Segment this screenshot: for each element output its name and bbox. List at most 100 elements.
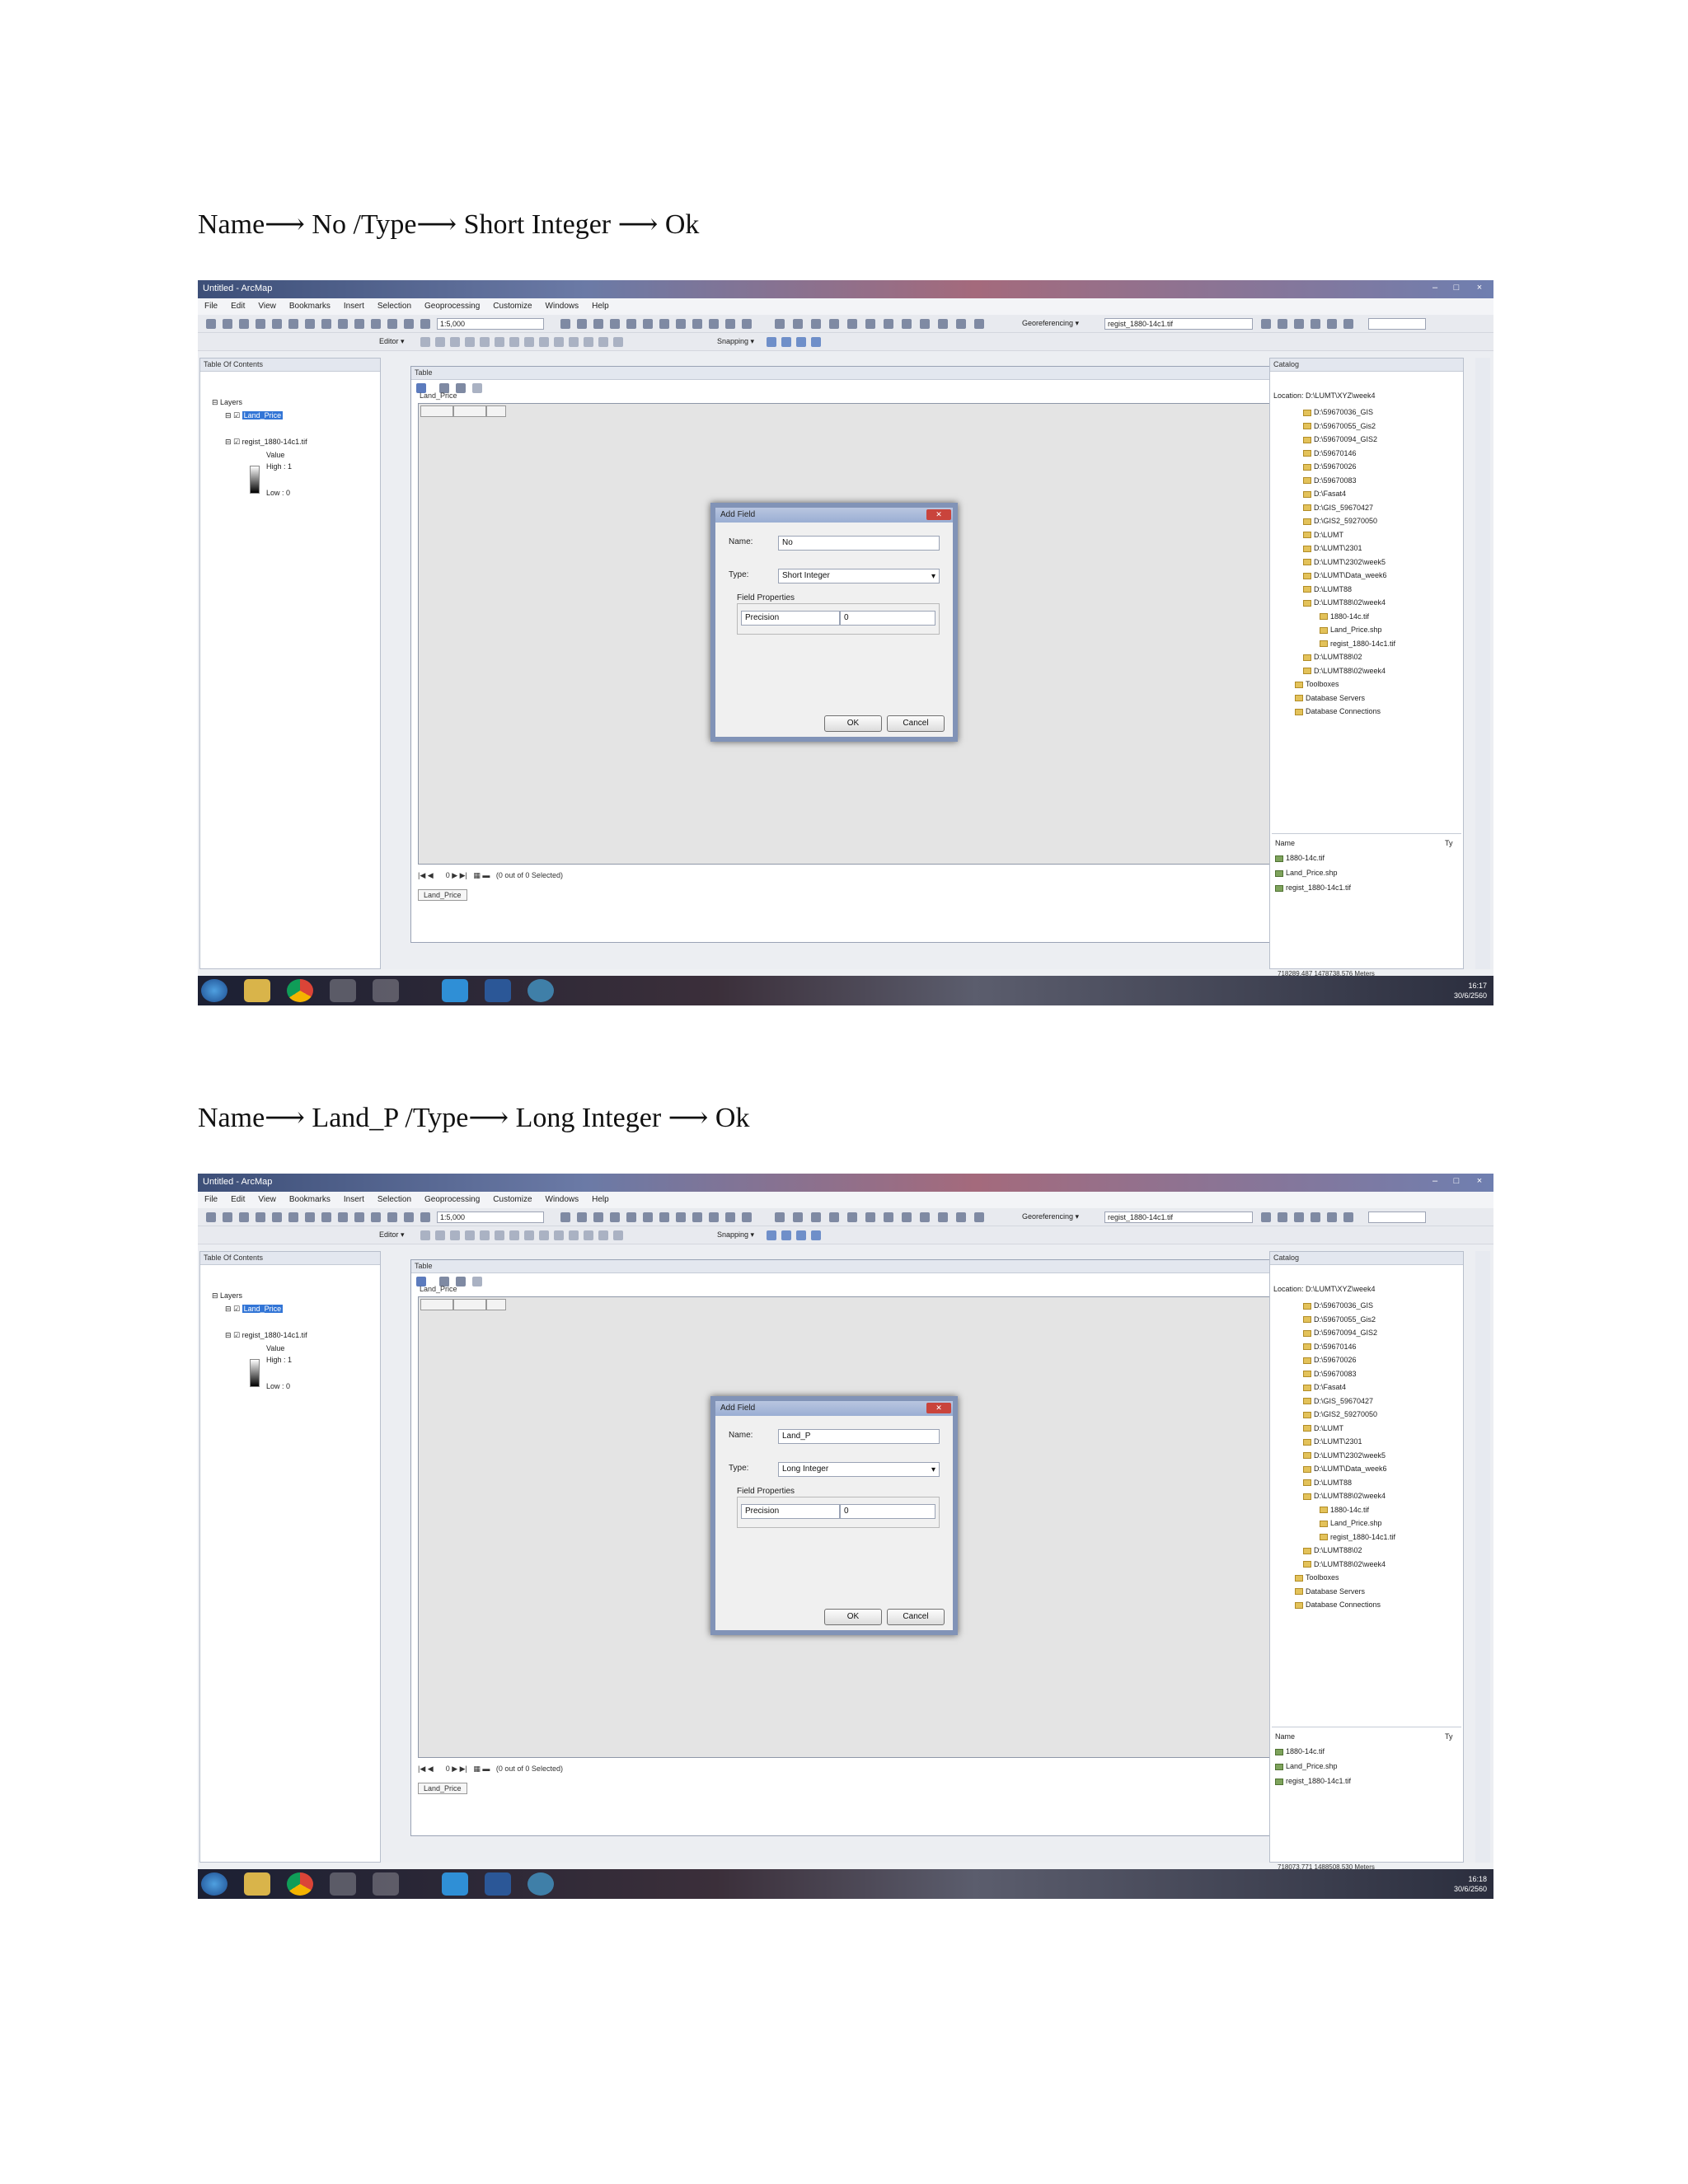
chrome-icon[interactable] (287, 979, 313, 1002)
editor-tool-icon[interactable] (420, 337, 430, 347)
toolbar-icon[interactable] (742, 1212, 752, 1222)
catalog-tree-item[interactable]: Toolboxes (1295, 1573, 1339, 1582)
ok-button[interactable]: OK (824, 715, 882, 732)
toolbar-icon[interactable] (659, 319, 669, 329)
snapping-icon[interactable] (796, 1230, 806, 1240)
toolbar-icon[interactable] (239, 1212, 249, 1222)
editor-tool-icon[interactable] (524, 337, 534, 347)
toolbar-icon[interactable] (593, 1212, 603, 1222)
toolbar-icon[interactable] (305, 319, 315, 329)
table-tool-icon[interactable] (472, 383, 482, 393)
tools-icon[interactable] (811, 1212, 821, 1222)
ie-icon[interactable] (442, 1872, 468, 1896)
cancel-button[interactable]: Cancel (887, 1609, 945, 1625)
list-item[interactable]: 1880-14c.tif (1275, 1747, 1325, 1755)
side-dock-strip[interactable] (1475, 1251, 1490, 1863)
catalog-tree-item[interactable]: Land_Price.shp (1320, 626, 1382, 634)
type-select[interactable]: Long Integer (778, 1462, 940, 1477)
name-input[interactable]: No (778, 536, 940, 551)
editor-tool-icon[interactable] (539, 337, 549, 347)
editor-tool-icon[interactable] (435, 1230, 445, 1240)
app-icon[interactable] (330, 1872, 356, 1896)
catalog-tree-item[interactable]: D:\LUMT88\02\week4 (1303, 598, 1386, 607)
minimize-button[interactable]: – (1426, 283, 1444, 294)
catalog-tree-item[interactable]: D:\LUMT88\02 (1303, 1546, 1362, 1554)
toolbar-icon[interactable] (371, 319, 381, 329)
list-item[interactable]: regist_1880-14c1.tif (1275, 1777, 1351, 1785)
toc-layers-group[interactable]: ⊟ Layers (212, 398, 242, 407)
toolbar-icon[interactable] (577, 1212, 587, 1222)
toolbar-icon[interactable] (1261, 319, 1271, 329)
catalog-tree-item[interactable]: D:\GIS2_59270050 (1303, 1410, 1377, 1418)
toolbar-icon[interactable] (1311, 1212, 1320, 1222)
app-icon[interactable] (330, 979, 356, 1002)
catalog-tree-item[interactable]: D:\59670055_Gis2 (1303, 1315, 1376, 1324)
toc-layer-regist[interactable]: ⊟ ☑ regist_1880-14c1.tif (225, 438, 307, 447)
grid-header-cell[interactable] (453, 405, 486, 417)
grid-header-cell[interactable] (420, 405, 453, 417)
toolbar-search-input[interactable] (1368, 318, 1426, 330)
toolbar-icon[interactable] (256, 1212, 265, 1222)
start-button-icon[interactable] (201, 979, 227, 1002)
catalog-tree-item[interactable]: D:\59670083 (1303, 1370, 1357, 1378)
catalog-tree-item[interactable]: D:\GIS_59670427 (1303, 504, 1373, 512)
toolbar-icon[interactable] (692, 319, 702, 329)
tools-icon[interactable] (793, 319, 803, 329)
toolbar-icon[interactable] (1327, 1212, 1337, 1222)
toc-layers-group[interactable]: ⊟ Layers (212, 1291, 242, 1301)
maximize-button[interactable]: □ (1447, 1176, 1465, 1188)
catalog-tree-item[interactable]: D:\GIS2_59270050 (1303, 517, 1377, 525)
scale-field[interactable]: 1:5,000 (437, 318, 544, 330)
catalog-tree-item[interactable]: regist_1880-14c1.tif (1320, 640, 1395, 648)
grid-header-cell[interactable] (420, 1299, 453, 1310)
toolbar-icon[interactable] (239, 319, 249, 329)
catalog-tree-item[interactable]: Database Connections (1295, 1601, 1381, 1609)
catalog-tree-item[interactable]: D:\LUMT88 (1303, 585, 1352, 593)
toolbar-icon[interactable] (206, 1212, 216, 1222)
catalog-tree-item[interactable]: D:\LUMT88\02\week4 (1303, 667, 1386, 675)
toc-layer-land-price[interactable]: ⊟ ☑ Land_Price (225, 1305, 284, 1314)
catalog-tree-item[interactable]: D:\59670036_GIS (1303, 408, 1373, 416)
menu-item[interactable]: Bookmarks (283, 298, 337, 314)
tools-icon[interactable] (884, 319, 893, 329)
toolbar-icon[interactable] (420, 1212, 430, 1222)
list-item[interactable]: regist_1880-14c1.tif (1275, 883, 1351, 892)
menu-item[interactable]: Selection (371, 1192, 418, 1207)
editor-tool-icon[interactable] (598, 337, 608, 347)
menu-item[interactable]: Bookmarks (283, 1192, 337, 1207)
editor-tool-icon[interactable] (480, 1230, 490, 1240)
tools-icon[interactable] (811, 319, 821, 329)
toolbar-icon[interactable] (1327, 319, 1337, 329)
tools-icon[interactable] (775, 1212, 785, 1222)
maximize-button[interactable]: □ (1447, 283, 1465, 294)
catalog-tree-item[interactable]: 1880-14c.tif (1320, 1506, 1369, 1514)
toc-layer-land-price[interactable]: ⊟ ☑ Land_Price (225, 411, 284, 420)
list-item[interactable]: Land_Price.shp (1275, 869, 1338, 877)
tools-icon[interactable] (847, 319, 857, 329)
toolbar-icon[interactable] (676, 319, 686, 329)
toolbar-icon[interactable] (1278, 1212, 1287, 1222)
georeferencing-menu[interactable]: Georeferencing ▾ (1022, 319, 1079, 328)
toolbar-search-input[interactable] (1368, 1212, 1426, 1223)
table-bottom-tab[interactable]: Land_Price (418, 889, 467, 901)
close-button[interactable]: × (1470, 1176, 1489, 1188)
toolbar-icon[interactable] (404, 319, 414, 329)
editor-tool-icon[interactable] (554, 337, 564, 347)
catalog-tree-item[interactable]: regist_1880-14c1.tif (1320, 1533, 1395, 1541)
toolbar-icon[interactable] (626, 319, 636, 329)
toolbar-icon[interactable] (1294, 319, 1304, 329)
toolbar-icon[interactable] (387, 319, 397, 329)
side-dock-strip[interactable] (1475, 358, 1490, 969)
catalog-tree-item[interactable]: D:\59670146 (1303, 449, 1357, 457)
toolbar-icon[interactable] (420, 319, 430, 329)
toolbar-icon[interactable] (1311, 319, 1320, 329)
snapping-icon[interactable] (811, 337, 821, 347)
toolbar-icon[interactable] (305, 1212, 315, 1222)
toolbar-icon[interactable] (354, 319, 364, 329)
editor-tool-icon[interactable] (450, 1230, 460, 1240)
catalog-tree-item[interactable]: 1880-14c.tif (1320, 612, 1369, 621)
catalog-tree-item[interactable]: D:\LUMT88\02\week4 (1303, 1560, 1386, 1568)
menu-item[interactable]: Windows (539, 298, 586, 314)
system-clock[interactable]: 16:18 30/6/2560 (1454, 1874, 1487, 1894)
scale-field[interactable]: 1:5,000 (437, 1212, 544, 1223)
